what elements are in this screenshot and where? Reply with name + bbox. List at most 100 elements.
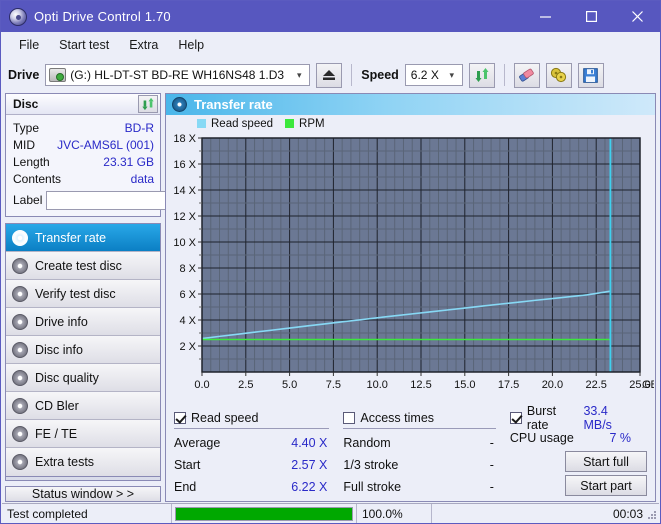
menu-extra[interactable]: Extra xyxy=(120,35,167,55)
disc-panel: Disc Type BD-R MID JVC- xyxy=(5,93,161,217)
sidebar-item-disc-info[interactable]: Disc info xyxy=(6,336,160,364)
sidebar-nav: Transfer rate Create test disc Verify te… xyxy=(5,223,161,477)
disc-panel-title: Disc xyxy=(13,97,38,111)
svg-text:14 X: 14 X xyxy=(173,185,196,197)
disc-value-mid: JVC-AMS6L (001) xyxy=(57,138,154,152)
svg-text:15.0: 15.0 xyxy=(454,379,475,391)
drive-select[interactable]: (G:) HL-DT-ST BD-RE WH16NS48 1.D3 ▾ xyxy=(45,64,310,86)
disc-panel-header: Disc xyxy=(6,94,160,115)
disc-key-length: Length xyxy=(13,155,50,169)
eject-button[interactable] xyxy=(316,63,342,88)
progress-fill xyxy=(176,508,352,520)
menu-bar: File Start test Extra Help xyxy=(1,32,660,57)
svg-text:10.0: 10.0 xyxy=(366,379,387,391)
speed-select[interactable]: 6.2 X ▾ xyxy=(405,64,463,86)
app-disc-icon xyxy=(9,8,27,26)
disc-value-length: 23.31 GB xyxy=(103,155,154,169)
access-times-checkbox[interactable] xyxy=(343,412,355,424)
save-button[interactable] xyxy=(578,63,604,88)
sidebar-item-transfer-rate[interactable]: Transfer rate xyxy=(6,224,160,252)
drive-label: Drive xyxy=(8,68,39,82)
toolbar-divider-2 xyxy=(504,64,505,86)
stat-key-cpu-usage: CPU usage xyxy=(510,431,574,445)
read-speed-checkbox[interactable] xyxy=(174,412,186,424)
speed-select-value: 6.2 X xyxy=(411,68,439,82)
resize-grip[interactable] xyxy=(647,510,657,520)
sidebar-label-drive-info: Drive info xyxy=(35,315,88,329)
svg-text:10 X: 10 X xyxy=(173,237,196,249)
sidebar-label-cd-bler: CD Bler xyxy=(35,399,79,413)
close-button[interactable] xyxy=(614,1,660,32)
svg-text:12 X: 12 X xyxy=(173,211,196,223)
stats-burst-rate: Burst rate 33.4 MB/s CPU usage 7 % Start… xyxy=(510,408,647,501)
sidebar-label-create-test-disc: Create test disc xyxy=(35,259,122,273)
sidebar-item-fe-te[interactable]: FE / TE xyxy=(6,420,160,448)
stat-row-end: End 6.22 X xyxy=(174,476,343,498)
svg-text:17.5: 17.5 xyxy=(498,379,519,391)
svg-text:5.0: 5.0 xyxy=(282,379,297,391)
start-full-button[interactable]: Start full xyxy=(565,451,647,472)
menu-help[interactable]: Help xyxy=(169,35,213,55)
divider xyxy=(174,428,329,429)
toolbar: Drive (G:) HL-DT-ST BD-RE WH16NS48 1.D3 … xyxy=(1,57,660,93)
body-area: Disc Type BD-R MID JVC- xyxy=(1,93,660,502)
read-speed-label: Read speed xyxy=(191,411,258,425)
maximize-button[interactable] xyxy=(568,1,614,32)
chart-legend: Read speed RPM xyxy=(166,115,655,132)
disc-refresh-button[interactable] xyxy=(138,95,158,113)
sidebar-item-create-test-disc[interactable]: Create test disc xyxy=(6,252,160,280)
refresh-button[interactable] xyxy=(469,63,495,88)
gold-button[interactable] xyxy=(546,63,572,88)
status-bar: Test completed 100.0% 00:03 xyxy=(2,503,659,523)
progress-track xyxy=(175,507,353,521)
disc-icon xyxy=(12,314,28,330)
sidebar-label-disc-info: Disc info xyxy=(35,343,83,357)
stat-row-cpu-usage: CPU usage 7 % xyxy=(510,427,647,449)
status-message: Test completed xyxy=(2,504,172,523)
disc-key-type: Type xyxy=(13,121,39,135)
stat-row-third-stroke: 1/3 stroke - xyxy=(343,454,510,476)
progress-percent: 100.0% xyxy=(357,504,432,523)
stat-value-full-stroke: - xyxy=(490,480,510,494)
page-title: Transfer rate xyxy=(194,97,273,112)
sidebar-item-drive-info[interactable]: Drive info xyxy=(6,308,160,336)
stats-read-speed: Read speed Average 4.40 X Start 2.57 X E… xyxy=(174,408,343,501)
window-title: Opti Drive Control 1.70 xyxy=(34,9,171,24)
sidebar-item-verify-test-disc[interactable]: Verify test disc xyxy=(6,280,160,308)
legend-label-read-speed: Read speed xyxy=(211,118,273,130)
sidebar-label-disc-quality: Disc quality xyxy=(35,371,99,385)
disc-icon xyxy=(12,454,28,470)
start-part-button[interactable]: Start part xyxy=(565,475,647,496)
read-speed-header: Read speed xyxy=(174,408,343,427)
menu-file[interactable]: File xyxy=(10,35,48,55)
elapsed-time: 00:03 xyxy=(432,504,659,523)
stat-row-random: Random - xyxy=(343,432,510,454)
disc-key-contents: Contents xyxy=(13,172,61,186)
stat-row-start: Start 2.57 X xyxy=(174,454,343,476)
legend-label-rpm: RPM xyxy=(299,118,325,130)
stat-row-average: Average 4.40 X xyxy=(174,432,343,454)
stat-key-full-stroke: Full stroke xyxy=(343,480,401,494)
sidebar-item-cd-bler[interactable]: CD Bler xyxy=(6,392,160,420)
sidebar-label-extra-tests: Extra tests xyxy=(35,455,94,469)
erase-button[interactable] xyxy=(514,63,540,88)
svg-text:8 X: 8 X xyxy=(179,263,196,275)
sidebar-item-disc-quality[interactable]: Disc quality xyxy=(6,364,160,392)
speed-label: Speed xyxy=(361,68,399,82)
menu-start-test[interactable]: Start test xyxy=(50,35,118,55)
burst-rate-checkbox[interactable] xyxy=(510,412,522,424)
sidebar-label-transfer-rate: Transfer rate xyxy=(35,231,106,245)
status-window-button[interactable]: Status window > > xyxy=(5,486,161,502)
stat-key-end: End xyxy=(174,480,196,494)
disc-key-mid: MID xyxy=(13,138,35,152)
disc-icon xyxy=(12,230,28,246)
svg-text:22.5: 22.5 xyxy=(585,379,606,391)
svg-text:2.5: 2.5 xyxy=(238,379,253,391)
stat-value-random: - xyxy=(490,436,510,450)
disc-value-type: BD-R xyxy=(125,121,154,135)
disc-icon xyxy=(12,342,28,358)
svg-text:20.0: 20.0 xyxy=(542,379,563,391)
sidebar-item-extra-tests[interactable]: Extra tests xyxy=(6,448,160,476)
disc-properties: Type BD-R MID JVC-AMS6L (001) Length 23.… xyxy=(6,115,160,216)
minimize-button[interactable] xyxy=(522,1,568,32)
